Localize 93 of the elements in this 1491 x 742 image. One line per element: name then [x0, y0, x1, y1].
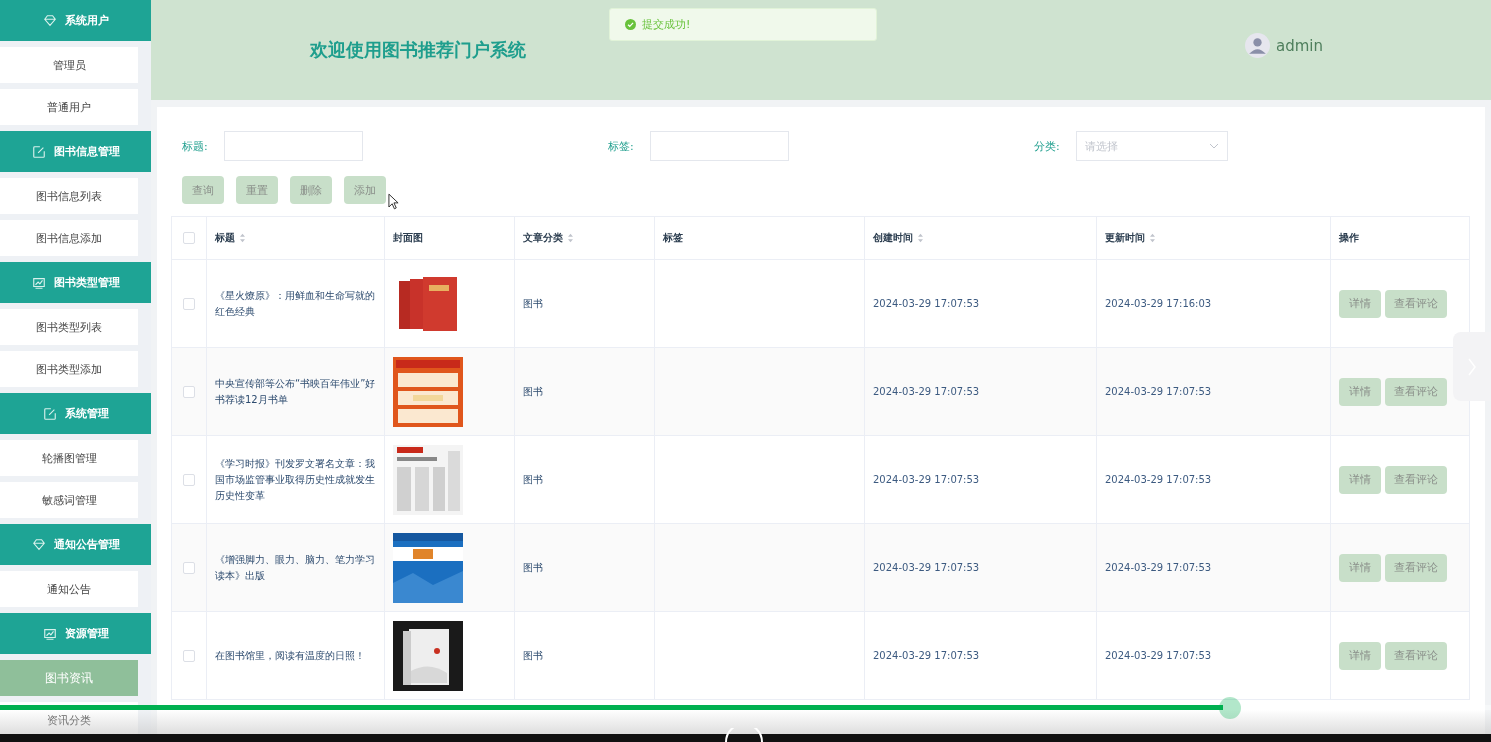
column-header: 封面图: [393, 231, 423, 245]
menu-group-label: 图书信息管理: [53, 144, 120, 159]
progress-bar[interactable]: [0, 705, 1491, 710]
menu-item[interactable]: 图书类型添加: [0, 351, 138, 387]
user-name[interactable]: admin: [1276, 36, 1323, 55]
row-action-button[interactable]: 查看评论: [1385, 553, 1447, 582]
menu-group-label: 通知公告管理: [53, 537, 120, 552]
menu-item[interactable]: 图书信息列表: [0, 178, 138, 214]
sort-icon[interactable]: [1149, 233, 1156, 243]
checkbox[interactable]: [183, 297, 195, 310]
table-cell: 图书: [523, 296, 543, 311]
toast-message: 提交成功!: [642, 17, 691, 32]
menu-item[interactable]: 轮播图管理: [0, 440, 138, 476]
row-action-button[interactable]: 详情: [1339, 641, 1381, 670]
menu-group-label: 资源管理: [64, 626, 109, 641]
sort-icon[interactable]: [239, 233, 246, 243]
table-cell-text: 中央宣传部等公布“书映百年伟业”好书荐读12月书单: [215, 376, 376, 407]
menu-group-header[interactable]: 系统管理: [0, 393, 151, 434]
menu-item[interactable]: 普通用户: [0, 89, 138, 125]
chart-icon: [42, 626, 57, 641]
action-button[interactable]: 查询: [182, 176, 224, 204]
filter-label: 分类:: [1034, 138, 1061, 154]
row-action-button[interactable]: 查看评论: [1385, 641, 1447, 670]
menu-item[interactable]: 图书资讯: [0, 660, 138, 696]
table-cell: 2024-03-29 17:07:53: [1105, 386, 1212, 397]
column-header: 操作: [1339, 231, 1359, 245]
action-button[interactable]: 添加: [344, 176, 386, 204]
chevron-down-icon: [1209, 143, 1219, 149]
row-action-button[interactable]: 查看评论: [1385, 289, 1447, 318]
table-cell-text: 《增强脚力、眼力、脑力、笔力学习读本》出版: [215, 552, 376, 583]
table-cell-text: 《星火燎原》：用鲜血和生命写就的红色经典: [215, 288, 376, 319]
diamond-icon: [31, 537, 46, 552]
row-action-button[interactable]: 详情: [1339, 553, 1381, 582]
menu-group-header[interactable]: 系统用户: [0, 0, 151, 41]
table-cell: 2024-03-29 17:07:53: [1105, 562, 1212, 573]
input-field[interactable]: [224, 131, 363, 161]
column-header: 更新时间: [1105, 231, 1145, 245]
row-action-button[interactable]: 详情: [1339, 465, 1381, 494]
table-cell: 图书: [523, 648, 543, 663]
avatar-icon[interactable]: [1245, 33, 1270, 58]
chart-icon: [31, 275, 46, 290]
checkbox[interactable]: [183, 649, 195, 662]
row-action-button[interactable]: 详情: [1339, 377, 1381, 406]
page-title: 欢迎使用图书推荐门户系统: [310, 38, 526, 62]
sort-icon[interactable]: [917, 233, 924, 243]
column-header: 标签: [663, 231, 683, 245]
row-action-button[interactable]: 查看评论: [1385, 377, 1447, 406]
checkbox[interactable]: [183, 473, 195, 486]
table-cell: 2024-03-29 17:07:53: [873, 562, 980, 573]
filter-label: 标签:: [608, 138, 635, 154]
filter-label: 标题:: [182, 138, 209, 154]
edit-icon: [31, 144, 46, 159]
table-cell-text: 《学习时报》刊发罗文署名文章：我国市场监管事业取得历史性成就发生历史性变革: [215, 456, 376, 503]
menu-group-label: 系统用户: [64, 13, 109, 28]
table-cell-text: 在图书馆里，阅读有温度的日照！: [215, 648, 365, 663]
menu-group-label: 系统管理: [64, 406, 109, 421]
cursor-icon: [388, 193, 399, 210]
sort-icon[interactable]: [567, 233, 574, 243]
action-button[interactable]: 重置: [236, 176, 278, 204]
table-cell: 2024-03-29 17:07:53: [873, 298, 980, 309]
action-button[interactable]: 删除: [290, 176, 332, 204]
column-header: 标题: [215, 231, 235, 245]
row-action-button[interactable]: 详情: [1339, 289, 1381, 318]
success-icon: [625, 19, 636, 30]
menu-group-header[interactable]: 图书信息管理: [0, 131, 151, 172]
table-cell: 2024-03-29 17:07:53: [1105, 650, 1212, 661]
input-field[interactable]: [650, 131, 789, 161]
table-cell: 2024-03-29 17:16:03: [1105, 298, 1212, 309]
menu-group-header[interactable]: 资源管理: [0, 613, 151, 654]
diamond-icon: [42, 13, 57, 28]
menu-item[interactable]: 敏感词管理: [0, 482, 138, 518]
table-cell: 2024-03-29 17:07:53: [873, 386, 980, 397]
menu-group-label: 图书类型管理: [53, 275, 120, 290]
table-cell: 图书: [523, 472, 543, 487]
row-action-button[interactable]: 查看评论: [1385, 465, 1447, 494]
table-cell: 2024-03-29 17:07:53: [873, 650, 980, 661]
table-cell: 2024-03-29 17:07:53: [873, 474, 980, 485]
table-cell: 2024-03-29 17:07:53: [1105, 474, 1212, 485]
table-cell: 图书: [523, 384, 543, 399]
column-header: 文章分类: [523, 231, 563, 245]
menu-item[interactable]: 图书类型列表: [0, 309, 138, 345]
menu-item[interactable]: 通知公告: [0, 571, 138, 607]
table-cell: 图书: [523, 560, 543, 575]
checkbox[interactable]: [183, 561, 195, 574]
progress-handle[interactable]: [1218, 697, 1241, 719]
checkbox[interactable]: [183, 232, 195, 244]
menu-group-header[interactable]: 图书类型管理: [0, 262, 151, 303]
column-header: 创建时间: [873, 231, 913, 245]
checkbox[interactable]: [183, 385, 195, 398]
menu-group-header[interactable]: 通知公告管理: [0, 524, 151, 565]
edit-icon: [42, 406, 57, 421]
menu-item[interactable]: 管理员: [0, 47, 138, 83]
menu-item[interactable]: 图书信息添加: [0, 220, 138, 256]
